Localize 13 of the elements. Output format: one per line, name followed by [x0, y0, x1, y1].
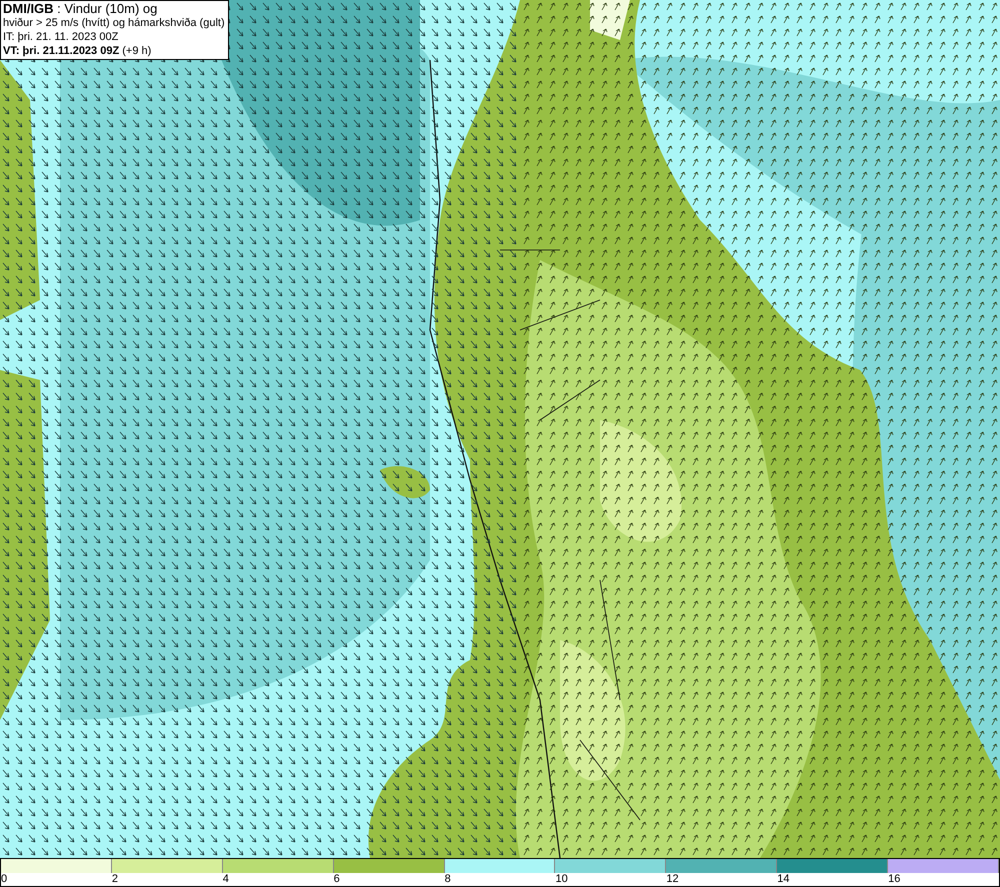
legend-label: 6 [334, 873, 340, 886]
info-line: VT: þri. 21.11.2023 09Z (+9 h) [3, 44, 152, 58]
legend-label: 10 [555, 873, 568, 886]
legend-label: 4 [222, 873, 229, 886]
legend-label: 0 [1, 873, 8, 886]
legend-label: 12 [666, 873, 679, 886]
info-line: hviður > 25 m/s (hvítt) og hámarkshviða (gult) [3, 16, 226, 30]
legend-label: 8 [444, 873, 451, 886]
info-line: DMI/IGB : Vindur (10m) og [3, 2, 158, 16]
legend-label: 2 [112, 873, 118, 886]
info-line: IT: þri. 21. 11. 2023 00Z [3, 30, 120, 44]
legend-label: 14 [777, 873, 790, 886]
legend-label: 16 [888, 873, 900, 886]
